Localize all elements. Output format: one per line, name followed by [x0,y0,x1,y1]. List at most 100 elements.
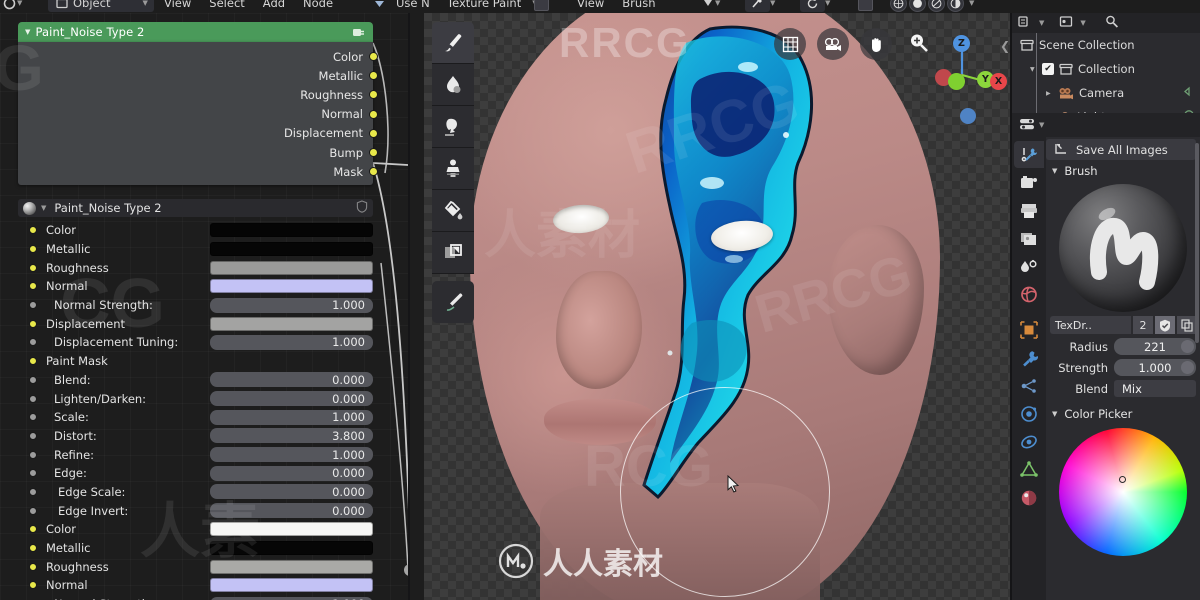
node-property-row[interactable]: Blend: 0.000 [18,371,373,390]
object-mode-dropdown[interactable]: Object ▼ [48,0,154,12]
viewport-mode-label[interactable]: Texture Paint [438,0,530,10]
tab-scene-icon[interactable] [1014,253,1044,280]
outliner-checkbox[interactable]: ✔ [1042,63,1054,75]
outliner-expand-triangle-icon[interactable]: ▶ [1046,90,1053,97]
falloff-icon[interactable] [700,0,715,11]
use-nodes-icon[interactable] [372,0,387,11]
outliner-row[interactable]: ▶ Camera [1012,81,1200,105]
brush-preview[interactable] [1059,184,1187,312]
socket-dot[interactable] [368,90,378,100]
property-socket-dot[interactable] [29,487,37,496]
node-property-row[interactable]: Edge Scale: 0.000 [18,483,373,502]
property-socket-dot[interactable] [29,544,37,553]
3d-viewport[interactable]: Z Y X ❮ RRCG RRCG RRCG 人素材 RCG 人人素材 [424,13,1012,600]
node-property-row[interactable]: Metallic [18,539,373,558]
navigation-gizmo[interactable]: Z Y X [920,23,1007,107]
node-property-row[interactable]: Lighten/Darken: 0.000 [18,389,373,408]
outliner-row-datablock-icon[interactable] [1182,85,1196,101]
properties-editor-type-icon[interactable] [1019,117,1035,134]
property-value-field[interactable]: 0.000 [210,391,373,407]
property-value-field[interactable]: 3.800 [210,428,373,444]
outliner-expand-triangle-icon[interactable]: ▼ [1030,66,1037,73]
property-value-field[interactable]: 0.000 [210,503,373,519]
grid-toggle-icon[interactable] [774,28,806,60]
overlay-toggle-icon[interactable] [858,0,873,11]
node-collapse-triangle-icon[interactable]: ▼ [25,28,30,36]
property-color-swatch[interactable] [210,578,373,593]
node-property-row[interactable]: Edge: 0.000 [18,464,373,483]
brush-setting-texture-toggle[interactable] [1181,340,1194,353]
gizmo-axis-x[interactable]: X [990,73,1007,90]
property-socket-dot[interactable] [29,450,37,459]
gizmo-axis-neg-y[interactable] [948,73,965,90]
shading-solid-icon[interactable] [909,0,926,12]
rotate-icon[interactable] [800,0,825,12]
node-group-icon[interactable] [351,26,366,39]
viewport-menu-brush[interactable]: Brush [613,0,664,10]
node-output-socket[interactable]: Color [18,47,378,66]
property-color-swatch[interactable] [210,522,373,537]
color-wheel-cursor[interactable] [1119,476,1126,483]
brush-stroke-icon[interactable] [745,0,770,12]
tab-data-icon[interactable] [1014,456,1044,483]
node-property-row[interactable]: Displacement Tuning: 1.000 [18,333,373,352]
property-color-swatch[interactable] [210,559,373,574]
node-property-row[interactable]: Paint Mask [18,352,373,371]
socket-dot[interactable] [368,52,378,62]
node-property-row[interactable]: Normal [18,576,373,595]
socket-dot[interactable] [368,109,378,119]
outliner-row[interactable]: ▼ ✔ Collection [1012,57,1200,81]
node-property-row[interactable]: Normal [18,277,373,296]
properties-scrollbar[interactable] [1195,143,1199,343]
brush-setting-texture-toggle[interactable] [1181,361,1194,374]
menu-select[interactable]: Select [200,0,253,10]
soften-icon[interactable] [432,64,474,106]
tab-render-icon[interactable] [1014,169,1044,196]
gizmo-axis-neg-z[interactable] [960,108,976,124]
shading-rendered-icon[interactable] [947,0,964,12]
outliner-row[interactable]: Scene Collection [1012,33,1200,57]
shading-wireframe-icon[interactable] [890,0,907,12]
tab-physics-icon[interactable] [1014,400,1044,427]
material-selector[interactable]: ▼ Paint_Noise Type 2 [18,199,373,217]
tab-material-icon[interactable] [1014,484,1044,511]
property-value-field[interactable]: 1.000 [210,297,373,313]
node-property-row[interactable]: Metallic [18,240,373,259]
property-value-field[interactable]: 0.000 [210,372,373,388]
brush-setting-value[interactable]: Mix [1114,380,1196,397]
mask-icon[interactable] [432,232,474,274]
property-socket-dot[interactable] [29,263,37,272]
smear-icon[interactable] [432,106,474,148]
property-color-swatch[interactable] [210,316,373,331]
node-output-socket[interactable]: Mask [18,162,378,181]
property-socket-dot[interactable] [29,245,37,254]
property-socket-dot[interactable] [29,375,37,384]
fill-bucket-icon[interactable] [432,190,474,232]
socket-dot[interactable] [368,71,378,81]
pan-hand-icon[interactable] [860,28,892,60]
editor-type-selector[interactable]: ▼ [2,0,22,13]
socket-dot[interactable] [368,128,378,138]
copy-icon[interactable] [1177,316,1197,334]
property-value-field[interactable]: 1.000 [210,409,373,425]
node-property-row[interactable]: Roughness [18,557,373,576]
tab-view-layer-icon[interactable] [1014,225,1044,252]
brush-setting-value[interactable]: 1.000 [1114,359,1196,376]
clone-stamp-icon[interactable] [432,148,474,190]
node-property-row[interactable]: Edge Invert: 0.000 [18,501,373,520]
property-socket-dot[interactable] [29,506,37,515]
tab-world-icon[interactable] [1014,281,1044,308]
mode-swatch[interactable] [534,0,549,11]
camera-view-icon[interactable] [817,28,849,60]
property-value-field[interactable]: 1.000 [210,447,373,463]
node-property-row[interactable]: Normal Strength: 1.000 [18,296,373,315]
node-property-row[interactable]: Color [18,520,373,539]
color-wheel[interactable] [1059,428,1187,556]
property-value-field[interactable]: 1.000 [210,596,373,600]
draw-brush-icon[interactable] [432,22,474,64]
viewport-menu-view[interactable]: View [568,0,613,10]
property-value-field[interactable]: 1.000 [210,334,373,350]
outliner-display-mode-icon[interactable] [1059,15,1073,31]
property-value-field[interactable]: 0.000 [210,484,373,500]
color-picker-panel-header[interactable]: ▼ Color Picker [1046,403,1200,425]
